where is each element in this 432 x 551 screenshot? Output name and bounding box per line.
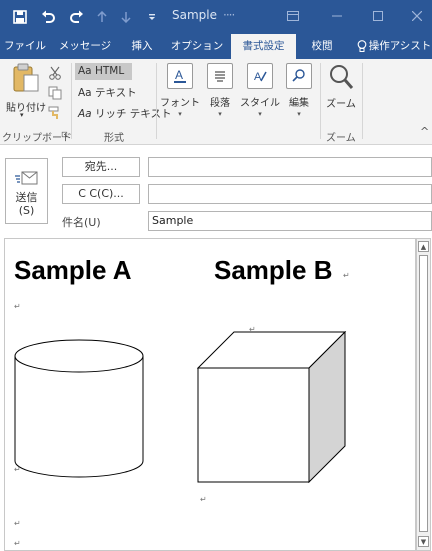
zoom-button[interactable]: ズーム	[325, 63, 357, 110]
editing-button[interactable]: 編集 ▾	[283, 63, 315, 118]
ribbon-display-icon[interactable]	[282, 5, 304, 27]
arrow-up-icon[interactable]	[94, 7, 110, 27]
format-html-prefix: Aa	[78, 65, 92, 77]
paste-label: 貼り付け	[6, 103, 46, 114]
zoom-label: ズーム	[326, 99, 356, 110]
maximize-icon[interactable]	[367, 5, 389, 27]
format-text-prefix: Aa	[78, 87, 92, 99]
heading-sample-a: Sample A	[14, 255, 132, 285]
tab-format-text[interactable]: 書式設定	[231, 34, 296, 59]
editing-label: 編集	[289, 98, 309, 109]
ribbon: 貼り付け ▾ クリップボード ⊡ Aa HTML Aa テキスト Aa リッチ …	[0, 59, 432, 145]
title-bar: Sample ····	[0, 0, 432, 34]
tab-insert[interactable]: 挿入	[122, 34, 162, 59]
font-label: フォント	[160, 98, 200, 109]
format-plain-text-button[interactable]: Aa テキスト	[78, 85, 137, 100]
ribbon-separator	[71, 63, 72, 139]
paragraph-label: 段落	[210, 98, 230, 109]
subject-label: 件名(U)	[62, 216, 101, 229]
format-rich-text-button[interactable]: Aa リッチ テキスト	[78, 106, 172, 121]
window-title-text: Sample	[172, 8, 217, 22]
tab-tell-me[interactable]: 操作アシスト	[356, 34, 432, 59]
tab-file[interactable]: ファイル	[0, 34, 50, 59]
paragraph-mark: ↵	[343, 271, 350, 280]
paragraph-mark: ↵	[14, 519, 21, 528]
paragraph-chevron-icon: ▾	[218, 110, 222, 118]
editing-chevron-icon: ▾	[297, 110, 301, 118]
window-title-dots: ····	[223, 8, 235, 22]
lightbulb-icon	[357, 40, 367, 52]
paragraph-mark: ↵	[200, 495, 207, 504]
format-group-label: 形式	[104, 133, 124, 144]
window-title: Sample ····	[172, 8, 235, 22]
editing-icon	[286, 63, 312, 89]
outlook-compose-window: Sample ···· ファイル メッセージ 挿入 オプション 書式設定 校閲 操…	[0, 0, 432, 551]
copy-icon[interactable]	[48, 85, 64, 100]
send-shortcut-label: (S)	[18, 204, 35, 217]
message-header: 送信 (S) 宛先... C C(C)... 件名(U) Sample	[0, 145, 432, 237]
svg-text:A: A	[254, 71, 262, 83]
tell-me-label: 操作アシスト	[368, 40, 432, 52]
paste-chevron-icon: ▾	[20, 111, 24, 119]
paste-button[interactable]: 貼り付け ▾	[4, 63, 46, 119]
font-icon: A	[167, 63, 193, 89]
arrow-down-icon[interactable]	[118, 7, 134, 27]
send-label: 送信	[15, 191, 38, 204]
styles-icon: A	[247, 63, 273, 89]
styles-chevron-icon: ▾	[258, 110, 262, 118]
ribbon-separator	[320, 63, 321, 139]
scrollbar-thumb[interactable]	[419, 255, 428, 532]
send-button[interactable]: 送信 (S)	[5, 158, 48, 224]
svg-text:A: A	[175, 68, 183, 82]
tab-message[interactable]: メッセージ	[56, 34, 114, 59]
subject-field[interactable]: Sample	[148, 211, 432, 231]
paragraph-mark: ↵	[14, 465, 21, 474]
cube-shape[interactable]	[197, 331, 347, 483]
format-text-label: テキスト	[94, 87, 137, 99]
ribbon-separator	[362, 63, 363, 139]
tab-options[interactable]: オプション	[168, 34, 226, 59]
format-html-button[interactable]: Aa HTML	[75, 63, 132, 80]
cylinder-shape[interactable]	[14, 339, 144, 479]
zoom-icon	[330, 65, 354, 89]
collapse-ribbon-icon[interactable]: ^	[420, 125, 429, 138]
clipboard-dialog-launcher-icon[interactable]: ⊡	[61, 130, 68, 139]
undo-icon[interactable]	[38, 7, 58, 27]
vertical-scrollbar[interactable]: ▲ ▼	[416, 238, 431, 551]
font-chevron-icon: ▾	[178, 110, 182, 118]
scroll-down-icon[interactable]: ▼	[418, 536, 429, 547]
scroll-up-icon[interactable]: ▲	[418, 241, 429, 252]
heading-sample-b: Sample B	[214, 255, 333, 285]
paragraph-icon	[207, 63, 233, 89]
save-icon[interactable]	[10, 7, 30, 27]
tab-review[interactable]: 校閲	[302, 34, 342, 59]
to-field[interactable]	[148, 157, 432, 177]
paste-icon	[13, 63, 39, 92]
redo-icon[interactable]	[66, 7, 86, 27]
format-rich-label: リッチ テキスト	[94, 108, 172, 120]
to-button[interactable]: 宛先...	[62, 157, 140, 177]
minimize-icon[interactable]	[326, 5, 348, 27]
format-html-label: HTML	[94, 65, 125, 77]
cc-field[interactable]	[148, 184, 432, 204]
zoom-group-label: ズーム	[326, 133, 356, 144]
close-icon[interactable]	[406, 5, 428, 27]
ribbon-separator	[156, 63, 157, 139]
styles-label: スタイル	[240, 98, 280, 109]
message-body[interactable]: Sample A Sample B ↵ ↵ ↵ ↵ ↵ ↵ ↵	[4, 238, 416, 551]
cc-button[interactable]: C C(C)...	[62, 184, 140, 204]
format-rich-prefix: Aa	[78, 108, 92, 120]
paragraph-mark: ↵	[14, 302, 21, 311]
paragraph-mark: ↵	[14, 539, 21, 548]
cut-icon[interactable]	[48, 65, 64, 80]
ribbon-tab-bar: ファイル メッセージ 挿入 オプション 書式設定 校閲 操作アシスト	[0, 34, 432, 59]
styles-button[interactable]: A スタイル ▾	[240, 63, 280, 118]
font-button[interactable]: A フォント ▾	[160, 63, 200, 118]
paragraph-button[interactable]: 段落 ▾	[204, 63, 236, 118]
format-painter-icon[interactable]	[48, 105, 64, 119]
customize-icon[interactable]	[144, 7, 160, 27]
send-icon	[14, 171, 37, 185]
